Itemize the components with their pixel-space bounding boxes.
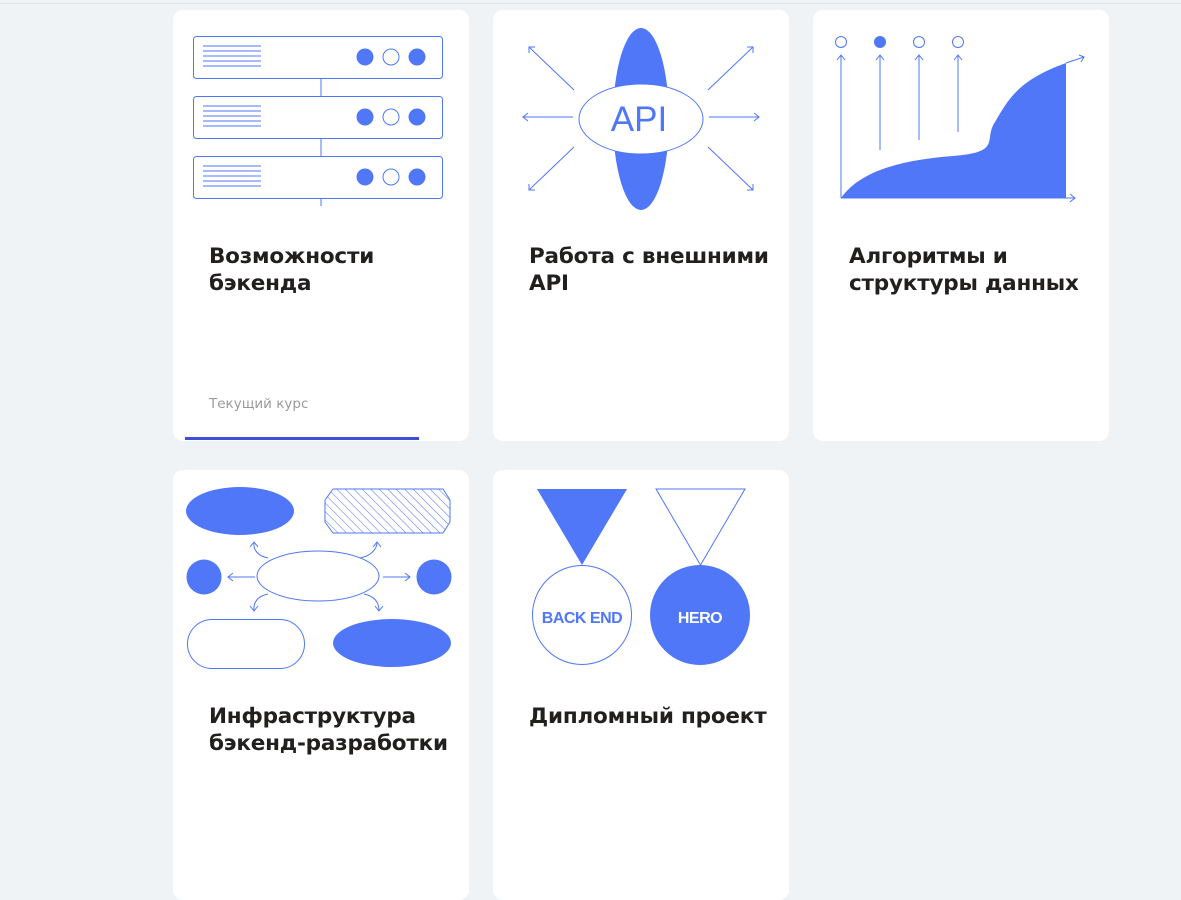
course-title: Инфраструктура бэкенд-разработки [209,704,448,756]
course-title: Алгоритмы и структуры данных [849,244,1079,296]
course-card-diploma-project[interactable]: BACK END HERO Дипломный проект [493,470,789,900]
course-progress-bar [185,437,419,440]
course-title: Работа с внешними API [529,244,769,296]
course-card-backend-capabilities[interactable]: Возможности бэкенда Текущий курс [173,10,469,441]
api-ellipse-icon: API [522,28,760,210]
medals-icon: BACK END HERO [532,488,750,665]
course-card-infrastructure[interactable]: Инфраструктура бэкенд-разработки [173,470,469,900]
course-title: Дипломный проект [529,704,767,729]
growth-chart-icon [835,36,1085,203]
page-top-divider [0,3,1181,4]
course-status-label: Текущий курс [209,396,309,412]
course-card-algorithms[interactable]: Алгоритмы и структуры данных [813,10,1109,441]
api-badge-text: API [611,100,667,139]
course-card-external-api[interactable]: API Работа с внешними API [493,10,789,441]
infrastructure-diagram-icon [186,487,452,669]
medal-label-back-end: BACK END [542,610,622,627]
server-racks-icon [193,36,443,206]
course-title: Возможности бэкенда [209,244,375,296]
medal-label-hero: HERO [678,610,722,627]
